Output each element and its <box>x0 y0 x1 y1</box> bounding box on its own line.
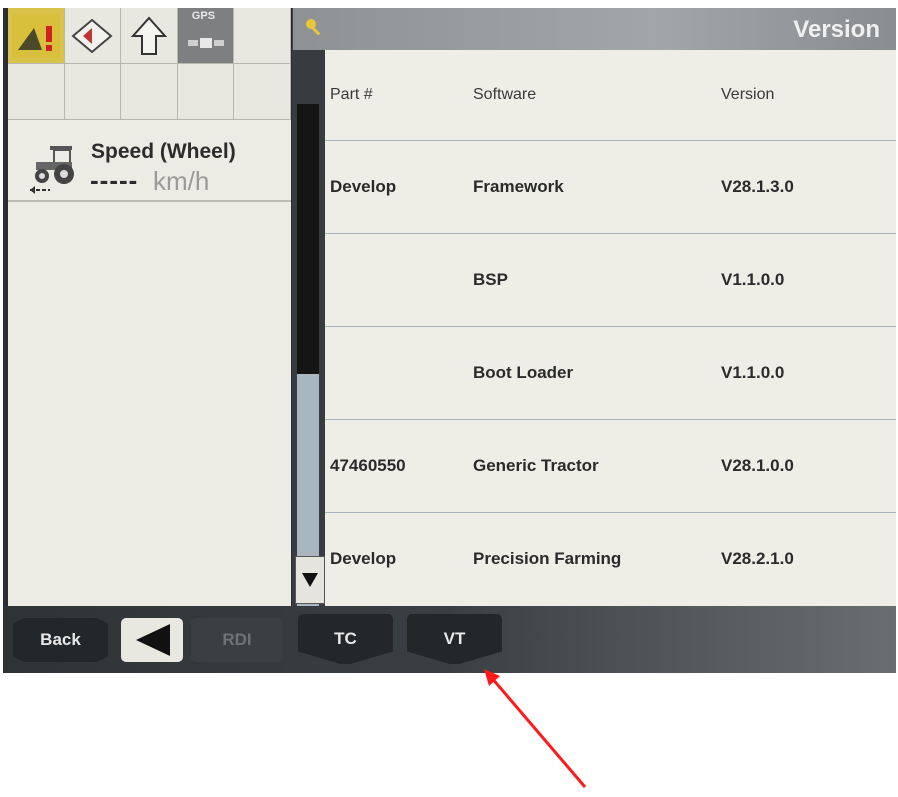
tc-tab-button[interactable]: TC <box>298 614 393 664</box>
speed-value: ----- <box>90 165 139 195</box>
version-panel: Version Part # Software Version Develop … <box>293 8 896 606</box>
cell-version: V28.1.3.0 <box>721 177 794 196</box>
triangle-left-icon <box>136 624 170 656</box>
table-header-row: Part # Software Version <box>325 50 896 141</box>
status-empty-cell <box>234 64 291 120</box>
status-empty-cell <box>234 8 291 64</box>
status-empty-cell <box>8 64 65 120</box>
vt-tab-button[interactable]: VT <box>407 614 502 664</box>
cell-software: Boot Loader <box>473 363 574 382</box>
terminal-screen: GPS Speed (Wheel) ----- km/h Version Par… <box>3 8 896 673</box>
cell-software: Framework <box>473 177 564 196</box>
cell-version: V28.2.1.0 <box>721 549 794 568</box>
cell-software: Generic Tractor <box>473 456 599 475</box>
table-row: 47460550 Generic Tractor V28.1.0.0 <box>325 420 896 513</box>
table-row: Develop Framework V28.1.3.0 <box>325 141 896 234</box>
left-panel: GPS Speed (Wheel) ----- km/h <box>8 8 291 608</box>
back-button[interactable]: Back <box>13 618 108 662</box>
header-version: Version <box>721 86 775 103</box>
alarm-warning-cell[interactable] <box>8 8 65 64</box>
table-row: BSP V1.1.0.0 <box>325 234 896 327</box>
window-title-bar: Version <box>293 8 896 50</box>
speed-unit: km/h <box>153 166 210 196</box>
triangle-down-icon <box>302 573 318 587</box>
gps-label: GPS <box>191 10 216 22</box>
status-empty-cell <box>64 64 122 120</box>
cell-version: V1.1.0.0 <box>721 270 785 289</box>
status-empty-cell <box>121 64 178 120</box>
gps-status-cell[interactable]: GPS <box>177 8 235 64</box>
rdi-button[interactable]: RDI <box>191 618 283 662</box>
arrow-up-cell[interactable] <box>121 8 178 64</box>
cell-part: 47460550 <box>330 456 406 475</box>
cell-part: Develop <box>330 549 397 568</box>
speed-readout: Speed (Wheel) ----- km/h <box>8 120 291 202</box>
status-icon-grid: GPS <box>8 8 291 120</box>
implement-diamond-icon <box>71 18 113 53</box>
key-icon <box>306 19 321 36</box>
table-row: Develop Precision Farming V28.2.1.0 <box>325 513 896 605</box>
cell-software: BSP <box>473 270 508 289</box>
header-part: Part # <box>330 86 373 103</box>
scroll-down-button[interactable] <box>295 556 325 604</box>
tractor-icon <box>30 146 74 194</box>
header-software: Software <box>473 86 537 103</box>
gps-satellite-icon <box>187 37 224 48</box>
previous-button[interactable] <box>121 618 183 662</box>
cell-part: Develop <box>330 177 397 196</box>
status-empty-cell <box>177 64 235 120</box>
cell-software: Precision Farming <box>473 549 622 568</box>
diamond-icon-cell[interactable] <box>64 8 122 64</box>
window-title: Version <box>793 16 880 43</box>
scrollbar-thumb[interactable] <box>297 104 319 374</box>
speed-title: Speed (Wheel) <box>91 140 236 163</box>
cell-version: V1.1.0.0 <box>721 363 785 382</box>
cell-version: V28.1.0.0 <box>721 456 794 475</box>
warning-icon <box>11 13 60 58</box>
arrow-up-icon <box>130 15 168 55</box>
table-row: Boot Loader V1.1.0.0 <box>325 327 896 420</box>
bottom-softkey-bar: Back RDI TC VT <box>3 606 896 673</box>
vertical-scrollbar[interactable] <box>292 8 325 606</box>
version-table: Part # Software Version Develop Framewor… <box>325 50 896 605</box>
